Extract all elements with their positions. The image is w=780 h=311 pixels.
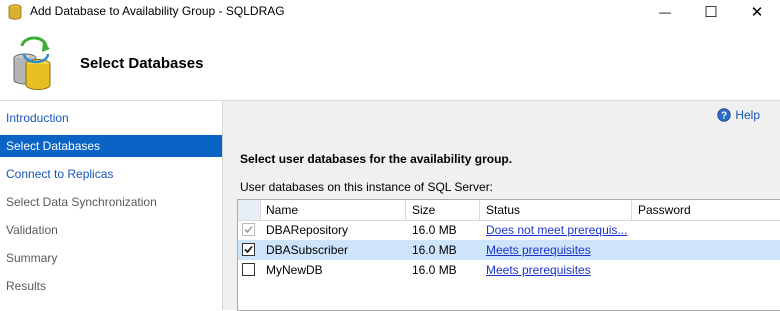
wizard-header: Select Databases (0, 24, 780, 100)
databases-grid[interactable]: Name Size Status Password DBARepository … (237, 199, 780, 311)
window-title: Add Database to Availability Group - SQL… (30, 4, 285, 18)
help-icon: ? (717, 108, 732, 122)
column-header-password[interactable]: Password (632, 200, 780, 220)
grid-header: Name Size Status Password (238, 200, 780, 221)
status-link[interactable]: Meets prerequisites (480, 260, 632, 280)
password-field[interactable] (632, 220, 780, 240)
sidebar-item-select-databases[interactable]: Select Databases (0, 135, 222, 157)
sidebar-item-select-data-synchronization: Select Data Synchronization (6, 195, 157, 209)
table-row[interactable]: DBARepository 16.0 MB Does not meet prer… (238, 220, 780, 240)
minimize-icon: — (659, 5, 671, 19)
maximize-icon: ☐ (704, 4, 718, 21)
sidebar-item-results: Results (6, 279, 47, 293)
row-checkbox (242, 223, 255, 236)
database-size: 16.0 MB (412, 263, 457, 277)
sidebar-item-summary: Summary (6, 251, 58, 265)
section-heading: Select user databases for the availabili… (240, 152, 513, 166)
close-button[interactable]: ✕ (734, 0, 780, 24)
column-header-status[interactable]: Status (480, 200, 632, 220)
database-sync-icon (10, 32, 56, 92)
app-icon (8, 4, 22, 20)
main-panel: ? Help Select user databases for the ava… (222, 100, 780, 311)
column-header-name[interactable]: Name (260, 200, 406, 220)
database-name: DBARepository (266, 223, 349, 237)
help-label: Help (735, 108, 760, 122)
database-name: DBASubscriber (266, 243, 349, 257)
help-link[interactable]: ? Help (717, 108, 760, 122)
table-row[interactable]: MyNewDB 16.0 MB Meets prerequisites (238, 260, 780, 280)
minimize-button[interactable]: — (642, 0, 688, 24)
close-icon: ✕ (750, 4, 764, 21)
database-name: MyNewDB (266, 263, 323, 277)
status-link[interactable]: Does not meet prerequis... (480, 220, 632, 240)
row-checkbox[interactable] (242, 243, 255, 256)
status-link[interactable]: Meets prerequisites (480, 240, 632, 260)
svg-text:?: ? (721, 111, 727, 122)
grid-caption: User databases on this instance of SQL S… (240, 180, 494, 194)
column-header-size[interactable]: Size (406, 200, 480, 220)
password-field[interactable] (632, 260, 780, 280)
table-row[interactable]: DBASubscriber 16.0 MB Meets prerequisite… (238, 240, 780, 260)
database-size: 16.0 MB (412, 243, 457, 257)
wizard-sidebar: Introduction Select Databases Connect to… (0, 100, 222, 311)
sidebar-item-validation: Validation (6, 223, 58, 237)
sidebar-item-connect-to-replicas[interactable]: Connect to Replicas (0, 163, 222, 185)
page-title: Select Databases (80, 55, 204, 72)
select-all-header[interactable] (238, 200, 261, 220)
title-bar: Add Database to Availability Group - SQL… (0, 0, 780, 24)
maximize-button[interactable]: ☐ (688, 0, 734, 24)
password-field[interactable] (632, 240, 780, 260)
sidebar-item-introduction[interactable]: Introduction (0, 107, 222, 129)
row-checkbox[interactable] (242, 263, 255, 276)
database-size: 16.0 MB (412, 223, 457, 237)
